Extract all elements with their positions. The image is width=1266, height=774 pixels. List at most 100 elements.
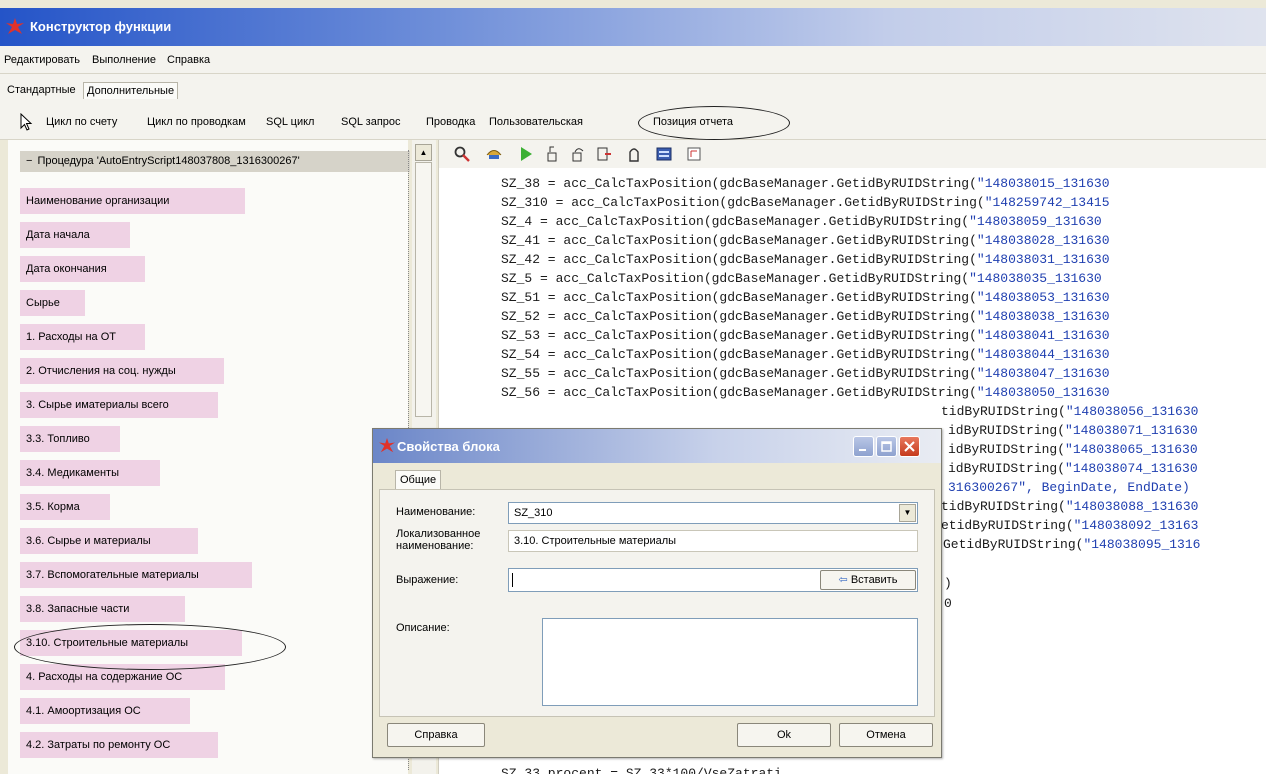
tree-item[interactable]: 3.4. Медикаменты [20,460,160,486]
code-fragment: 0 [944,596,952,611]
tree-item[interactable]: 4.1. Амоортизация ОС [20,698,190,724]
menu-bar: Редактировать Выполнение Справка [0,46,1266,74]
dialog-title: Свойства блока [397,439,500,454]
name-combobox[interactable]: SZ_310 ▼ [508,502,918,524]
insert-arrow-icon: ⇦ [838,574,848,586]
code-line-partial: etidByRUIDString("148038092_13163 [941,518,1199,533]
name-label: Наименование: [396,506,476,518]
ok-button[interactable]: Ok [737,723,831,747]
tree-item[interactable]: 3.8. Запасные части [20,596,185,622]
properties-icon[interactable] [685,145,703,163]
replace-icon[interactable] [485,145,503,163]
app-icon [6,18,24,34]
app-window: Конструктор функции Редактировать Выполн… [0,0,1266,774]
tree-item[interactable]: 2. Отчисления на соц. нужды [20,358,224,384]
code-line: SZ_52 = acc_CalcTaxPosition(gdcBaseManag… [501,309,1110,324]
tree-item-selected[interactable]: 3.10. Строительные материалы [20,630,242,656]
toolbar: Цикл по счету Цикл по проводкам SQL цикл… [0,104,1266,140]
tab-standard[interactable]: Стандартные [4,82,79,98]
code-line-partial: tidByRUIDString("148038056_131630 [941,404,1199,419]
minimize-button[interactable] [853,436,874,457]
tree-item[interactable]: 3. Сырье иматериалы всего [20,392,218,418]
code-line-partial: idByRUIDString("148038071_131630 [948,423,1198,438]
toolbar-entry[interactable]: Проводка [426,116,475,128]
tree-item[interactable]: Сырье [20,290,85,316]
description-label: Описание: [396,622,450,634]
pointer-icon[interactable] [20,113,34,131]
tree-item[interactable]: 3.3. Топливо [20,426,120,452]
localized-label: Локализованное наименование: [396,528,481,552]
breakpoint-icon[interactable] [625,145,643,163]
toolbar-report-position[interactable]: Позиция отчета [653,116,733,128]
step-out-icon[interactable] [595,145,613,163]
maximize-icon [881,441,892,452]
tree-root[interactable]: − Процедура 'AutoEntryScript148037808_131… [20,151,410,172]
tree-item[interactable]: 1. Расходы на ОТ [20,324,145,350]
dialog-body: Наименование: SZ_310 ▼ Локализованное наи… [379,489,935,717]
maximize-button[interactable] [876,436,897,457]
insert-button[interactable]: ⇦ Вставить [820,570,916,590]
tree-item[interactable]: Наименование организации [20,188,245,214]
code-line-partial: GetidByRUIDString("148038095_1316 [943,537,1201,552]
toolbar-custom[interactable]: Пользовательская [489,116,583,128]
code-line: SZ_5 = acc_CalcTaxPosition(gdcBaseManage… [501,271,1102,286]
run-icon[interactable] [517,145,535,163]
menu-help[interactable]: Справка [167,54,210,66]
minimize-icon [859,449,866,451]
cancel-button[interactable]: Отмена [839,723,933,747]
code-line: SZ_38 = acc_CalcTaxPosition(gdcBaseManag… [501,176,1110,191]
find-icon[interactable] [453,145,471,163]
menu-edit[interactable]: Редактировать [4,54,80,66]
scroll-thumb[interactable] [415,162,432,417]
close-icon [904,441,915,452]
code-line-partial: idByRUIDString("148038065_131630 [948,442,1198,457]
scroll-up-icon[interactable]: ▲ [415,144,432,161]
dialog-tabs: Общие [373,463,941,491]
name-value: SZ_310 [514,507,553,519]
toolbar-sql-loop[interactable]: SQL цикл [266,116,314,128]
block-properties-dialog: Свойства блока Общие Наименование: SZ_31… [372,428,942,758]
tree-item[interactable]: 3.6. Сырье и материалы [20,528,198,554]
editor-toolbar [439,140,1266,168]
tab-general[interactable]: Общие [395,470,442,489]
expression-field[interactable]: ⇦ Вставить [508,568,918,592]
localized-name-field[interactable]: 3.10. Строительные материалы [508,530,918,552]
collapse-icon[interactable]: − [26,155,32,167]
tree-item[interactable]: Дата окончания [20,256,145,282]
step-into-icon[interactable] [543,145,561,163]
code-line: SZ_4 = acc_CalcTaxPosition(gdcBaseManage… [501,214,1102,229]
code-line-partial: tidByRUIDString("148038088_131630 [941,499,1199,514]
tree-item[interactable]: 4.2. Затраты по ремонту ОС [20,732,218,758]
help-button[interactable]: Справка [387,723,485,747]
close-button[interactable] [899,436,920,457]
code-line: SZ_53 = acc_CalcTaxPosition(gdcBaseManag… [501,328,1110,343]
tree-pane: − Процедура 'AutoEntryScript148037808_131… [8,140,410,774]
chevron-down-icon[interactable]: ▼ [899,504,916,522]
code-line: SZ_56 = acc_CalcTaxPosition(gdcBaseManag… [501,385,1110,400]
dialog-title-bar: Свойства блока [373,429,941,463]
tree-item[interactable]: 3.7. Вспомогательные материалы [20,562,252,588]
watch-icon[interactable] [655,145,673,163]
tree-item[interactable]: 4. Расходы на содержание ОС [20,664,225,690]
code-line: SZ_54 = acc_CalcTaxPosition(gdcBaseManag… [501,347,1110,362]
tree-item[interactable]: 3.5. Корма [20,494,110,520]
toolbar-account-loop[interactable]: Цикл по счету [46,116,117,128]
code-line: SZ_51 = acc_CalcTaxPosition(gdcBaseManag… [501,290,1110,305]
description-textarea[interactable] [542,618,918,706]
code-line: SZ_310 = acc_CalcTaxPosition(gdcBaseMana… [501,195,1110,210]
tree-item[interactable]: Дата начала [20,222,130,248]
tab-additional[interactable]: Дополнительные [83,82,179,99]
code-line: SZ_33_procent = SZ_33*100/VseZatrati [501,766,782,774]
text-cursor [512,573,513,587]
code-line-partial: 316300267", BeginDate, EndDate) [948,480,1190,495]
toolbar-sql-query[interactable]: SQL запрос [341,116,401,128]
menu-run[interactable]: Выполнение [92,54,156,66]
expression-label: Выражение: [396,574,459,586]
dialog-icon [379,438,395,453]
code-line: SZ_55 = acc_CalcTaxPosition(gdcBaseManag… [501,366,1110,381]
tree-root-label: Процедура 'AutoEntryScript148037808_1316… [37,155,300,167]
step-over-icon[interactable] [569,145,587,163]
code-fragment: ) [944,576,952,591]
window-title: Конструктор функции [30,19,172,34]
toolbar-entries-loop[interactable]: Цикл по проводкам [147,116,246,128]
